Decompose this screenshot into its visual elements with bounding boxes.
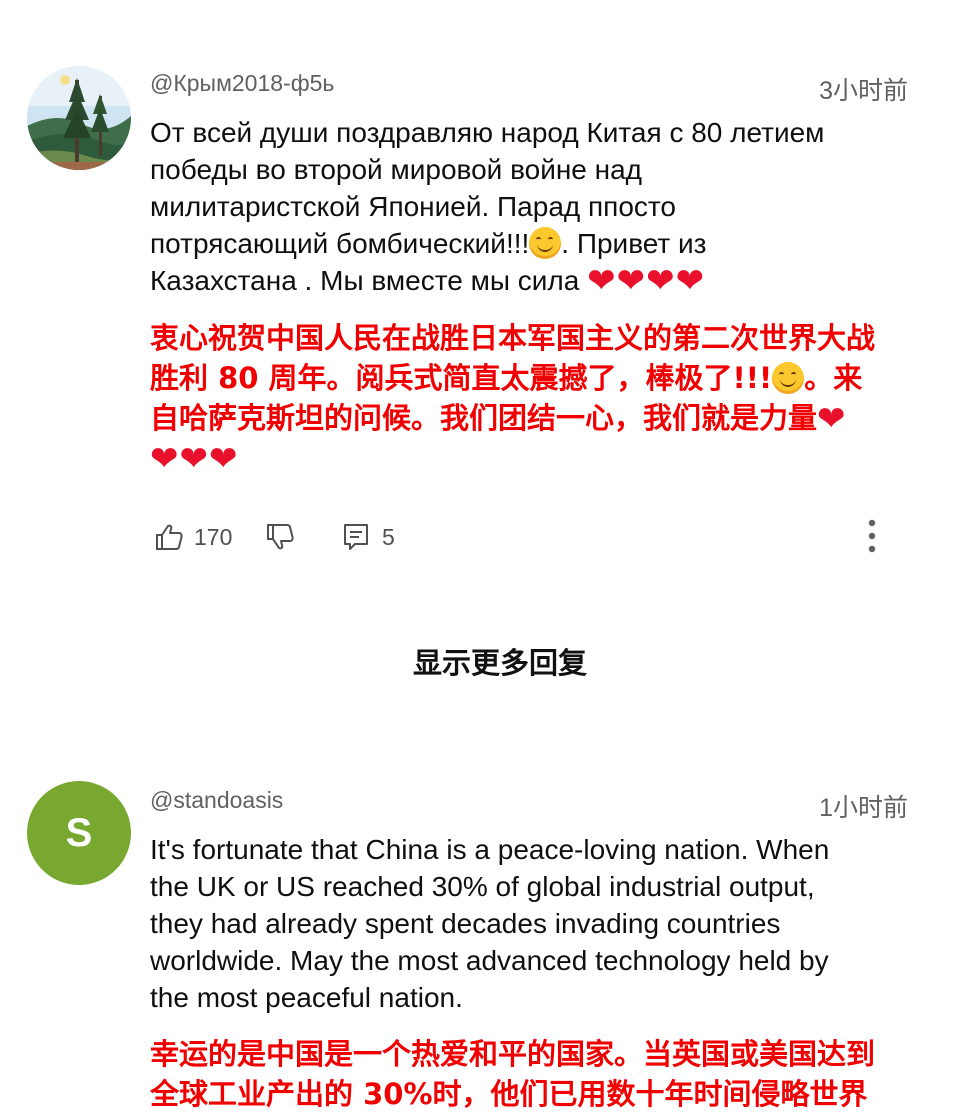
red-heart-emoji: ❤ — [675, 262, 706, 300]
comment-text-line: милитаристской Японией. Парад ппосто — [150, 191, 676, 222]
comment-text: It's fortunate that China is a peace-lov… — [150, 831, 920, 1016]
translation-line: 全球工业产出的 30%时，他们已用数十年时间侵略世界 — [150, 1077, 868, 1111]
translation-line: 胜利 80 周年。阅兵式简直太震撼了，棒极了!!! 。来 — [150, 361, 863, 395]
landscape-avatar-icon — [27, 66, 131, 170]
red-heart-emoji: ❤ — [209, 439, 239, 479]
red-heart-emoji: ❤ — [616, 262, 647, 300]
comment-author[interactable]: @Крым2018-ф5ь — [150, 70, 334, 97]
more-options-button[interactable] — [862, 517, 882, 557]
comment-translation: 衷心祝贺中国人民在战胜日本军国主义的第二次世界大战 胜利 80 周年。阅兵式简直… — [150, 318, 930, 478]
comment-text-line: they had already spent decades invading … — [150, 908, 781, 939]
comment-actions: 170 5 — [150, 517, 900, 557]
translation-line: 幸运的是中国是一个热爱和平的国家。当英国或美国达到 — [150, 1037, 876, 1071]
show-more-replies-button[interactable]: 显示更多回复 — [0, 640, 960, 682]
comment-text-line: победы во второй мировой войне над — [150, 154, 643, 185]
translation-line: 衷心祝贺中国人民在战胜日本军国主义的第二次世界大战 — [150, 321, 876, 355]
comment-text-line: the UK or US reached 30% of global indus… — [150, 871, 815, 902]
reply-count: 5 — [382, 523, 395, 550]
like-button[interactable]: 170 — [154, 517, 232, 557]
red-heart-emoji: ❤ — [646, 262, 676, 300]
reply-button[interactable]: 5 — [342, 517, 395, 557]
more-vertical-icon — [868, 519, 876, 553]
comment-author[interactable]: @standoasis — [150, 787, 283, 814]
comment-text-line: Казахстана . Мы вместе мы сила ❤❤❤❤ — [150, 262, 706, 300]
thumbs-up-icon — [156, 524, 183, 550]
reply-icon — [344, 524, 368, 550]
comment-timestamp: 1小时前 — [819, 794, 908, 822]
smiling-face-emoji — [529, 227, 562, 259]
smiling-face-emoji — [772, 362, 805, 394]
dislike-button[interactable] — [265, 517, 295, 557]
comment-timestamp: 3小时前 — [819, 77, 908, 105]
translation-line: ❤❤❤ — [150, 438, 930, 478]
red-heart-emoji: ❤ — [817, 399, 847, 439]
comment-text-line: От всей души поздравляю народ Китая с 80… — [150, 117, 825, 148]
thumbs-down-icon — [267, 524, 294, 550]
avatar[interactable] — [27, 66, 131, 170]
red-heart-emoji: ❤ — [179, 439, 209, 479]
avatar[interactable]: S — [27, 781, 131, 885]
like-count: 170 — [194, 523, 233, 550]
comment-text-line: потрясающий бомбический!!!. Привет из — [150, 227, 707, 259]
comment-text-line: the most peaceful nation. — [150, 982, 463, 1013]
comment-text: От всей души поздравляю народ Китая с 80… — [150, 114, 920, 299]
comment-translation: 幸运的是中国是一个热爱和平的国家。当英国或美国达到 全球工业产出的 30%时，他… — [150, 1034, 930, 1114]
comment-text-line: It's fortunate that China is a peace-lov… — [150, 834, 830, 865]
comment-text-line: worldwide. May the most advanced technol… — [150, 945, 829, 976]
red-heart-emoji: ❤ — [150, 439, 180, 479]
red-heart-emoji: ❤ — [587, 262, 617, 300]
translation-line: 自哈萨克斯坦的问候。我们团结一心，我们就是力量❤ — [150, 399, 847, 439]
